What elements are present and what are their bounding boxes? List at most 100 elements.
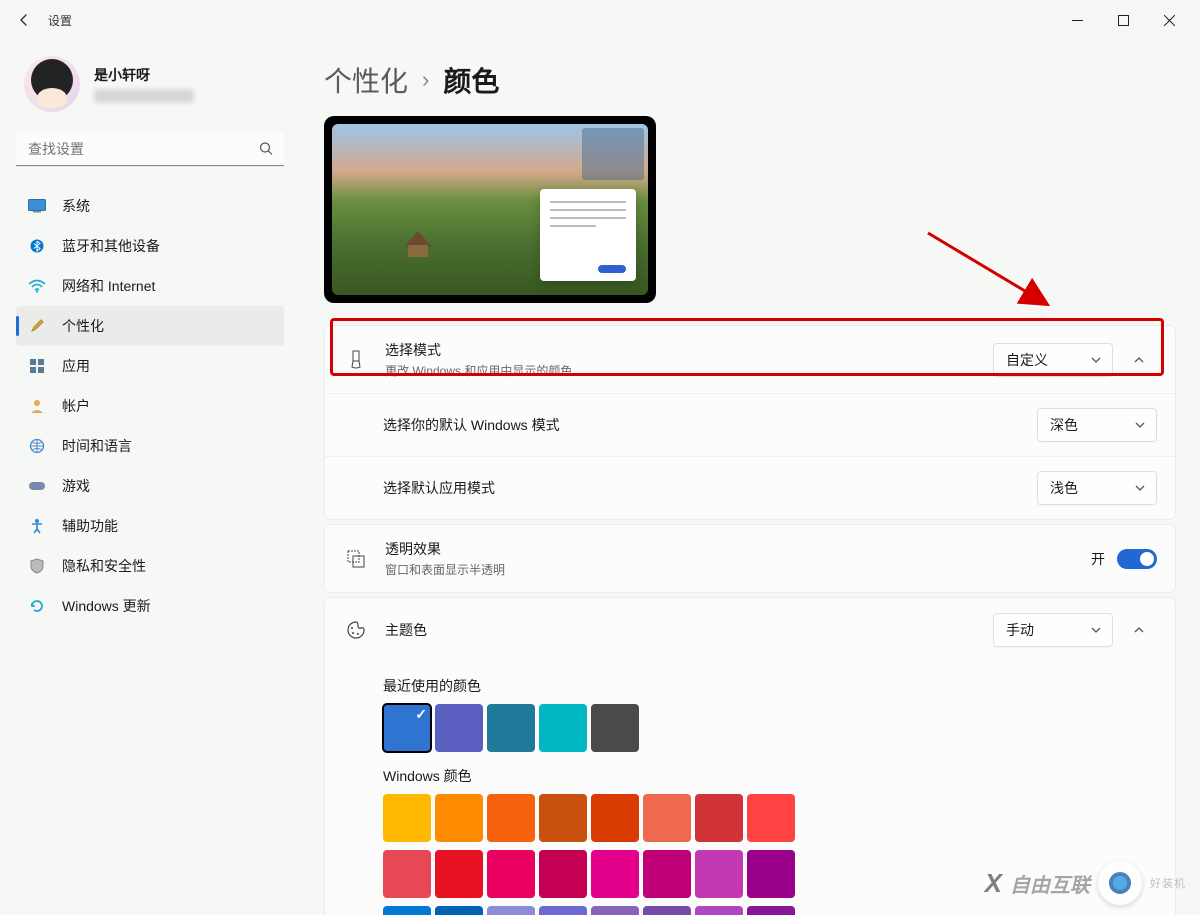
sidebar-item-label: Windows 更新 — [62, 596, 151, 616]
sidebar-item-personalization[interactable]: 个性化 — [16, 306, 284, 346]
sidebar-item-label: 辅助功能 — [62, 516, 118, 536]
color-swatch[interactable] — [539, 850, 587, 898]
sidebar-item-label: 隐私和安全性 — [62, 556, 146, 576]
avatar — [24, 56, 80, 112]
color-swatch[interactable] — [383, 906, 431, 915]
chevron-right-icon: › — [422, 67, 429, 93]
brush-icon — [345, 350, 367, 370]
minimize-icon — [1072, 15, 1083, 26]
color-swatch[interactable] — [591, 906, 639, 915]
sidebar-item-label: 时间和语言 — [62, 436, 132, 456]
sidebar-item-privacy[interactable]: 隐私和安全性 — [16, 546, 284, 586]
windows-colors — [383, 794, 863, 915]
breadcrumb-current: 颜色 — [443, 60, 499, 100]
color-swatch[interactable] — [383, 850, 431, 898]
gamepad-icon — [28, 477, 46, 495]
mode-desc: 更改 Windows 和应用中显示的颜色 — [385, 362, 993, 379]
accent-title: 主题色 — [385, 620, 993, 640]
color-swatch[interactable] — [435, 794, 483, 842]
sidebar-item-time[interactable]: 时间和语言 — [16, 426, 284, 466]
color-swatch[interactable] — [747, 906, 795, 915]
transparency-title: 透明效果 — [385, 539, 1091, 559]
shield-icon — [28, 557, 46, 575]
sidebar-item-label: 个性化 — [62, 316, 104, 336]
color-swatch[interactable] — [643, 906, 691, 915]
color-swatch[interactable] — [487, 794, 535, 842]
sidebar-item-label: 蓝牙和其他设备 — [62, 236, 160, 256]
mode-expander[interactable] — [1121, 342, 1157, 378]
system-icon — [28, 197, 46, 215]
transparency-icon — [345, 549, 367, 569]
sidebar-item-accounts[interactable]: 帐户 — [16, 386, 284, 426]
sidebar-item-accessibility[interactable]: 辅助功能 — [16, 506, 284, 546]
color-swatch[interactable] — [539, 794, 587, 842]
color-swatch[interactable] — [539, 906, 587, 915]
back-button[interactable] — [8, 4, 40, 36]
color-swatch[interactable] — [591, 794, 639, 842]
search-input[interactable] — [16, 132, 284, 166]
color-swatch[interactable] — [695, 906, 743, 915]
breadcrumb-parent[interactable]: 个性化 — [324, 60, 408, 100]
close-icon — [1164, 15, 1175, 26]
color-swatch[interactable] — [383, 794, 431, 842]
color-swatch[interactable] — [643, 850, 691, 898]
color-swatch[interactable] — [591, 850, 639, 898]
color-swatch[interactable] — [487, 906, 535, 915]
color-swatch[interactable] — [643, 794, 691, 842]
chevron-up-icon — [1132, 623, 1146, 637]
color-swatch[interactable] — [539, 704, 587, 752]
sidebar-item-system[interactable]: 系统 — [16, 186, 284, 226]
transparency-card: 透明效果 窗口和表面显示半透明 开 — [324, 524, 1176, 593]
user-profile[interactable]: 是小轩呀 — [16, 40, 284, 132]
chevron-up-icon — [1132, 353, 1146, 367]
sidebar-item-update[interactable]: Windows 更新 — [16, 586, 284, 626]
color-swatch[interactable] — [435, 850, 483, 898]
color-swatch[interactable] — [695, 794, 743, 842]
accent-dropdown[interactable]: 手动 — [993, 613, 1113, 647]
desktop-preview — [324, 116, 656, 303]
maximize-icon — [1118, 15, 1129, 26]
color-swatch[interactable] — [695, 850, 743, 898]
sidebar-item-label: 网络和 Internet — [62, 276, 155, 296]
color-swatch[interactable] — [747, 850, 795, 898]
sidebar-item-gaming[interactable]: 游戏 — [16, 466, 284, 506]
brush-icon — [28, 317, 46, 335]
color-swatch[interactable] — [591, 704, 639, 752]
color-swatch[interactable] — [435, 906, 483, 915]
color-swatch[interactable] — [435, 704, 483, 752]
sidebar-item-label: 应用 — [62, 356, 90, 376]
accent-expander[interactable] — [1121, 612, 1157, 648]
maximize-button[interactable] — [1100, 4, 1146, 36]
app-mode-dropdown[interactable]: 浅色 — [1037, 471, 1157, 505]
sidebar-item-apps[interactable]: 应用 — [16, 346, 284, 386]
color-swatch[interactable] — [487, 850, 535, 898]
sidebar-item-label: 帐户 — [62, 396, 90, 416]
color-swatch[interactable] — [487, 704, 535, 752]
close-button[interactable] — [1146, 4, 1192, 36]
person-icon — [28, 397, 46, 415]
app-mode-label: 选择默认应用模式 — [383, 478, 1037, 498]
watermark: X 自由互联 好装机 — [985, 861, 1186, 905]
transparency-toggle[interactable] — [1117, 549, 1157, 569]
windows-mode-dropdown[interactable]: 深色 — [1037, 408, 1157, 442]
search-box[interactable] — [16, 132, 284, 166]
color-swatch[interactable] — [747, 794, 795, 842]
sidebar-item-bluetooth[interactable]: 蓝牙和其他设备 — [16, 226, 284, 266]
minimize-button[interactable] — [1054, 4, 1100, 36]
mode-title: 选择模式 — [385, 340, 993, 360]
user-email-redacted — [94, 89, 194, 103]
wifi-icon — [28, 277, 46, 295]
recent-colors-label: 最近使用的颜色 — [383, 676, 1175, 696]
user-name: 是小轩呀 — [94, 65, 194, 85]
chevron-down-icon — [1090, 354, 1102, 366]
mode-dropdown[interactable]: 自定义 — [993, 343, 1113, 377]
windows-mode-label: 选择你的默认 Windows 模式 — [383, 415, 1037, 435]
mode-card: 选择模式 更改 Windows 和应用中显示的颜色 自定义 选择你的默认 Win… — [324, 325, 1176, 520]
sidebar-item-network[interactable]: 网络和 Internet — [16, 266, 284, 306]
arrow-left-icon — [16, 12, 32, 28]
update-icon — [28, 597, 46, 615]
sidebar-item-label: 游戏 — [62, 476, 90, 496]
bluetooth-icon — [28, 237, 46, 255]
transparency-desc: 窗口和表面显示半透明 — [385, 561, 1091, 578]
color-swatch[interactable] — [383, 704, 431, 752]
